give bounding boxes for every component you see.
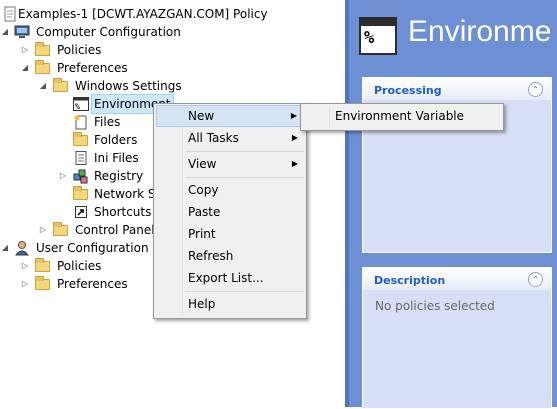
registry-icon bbox=[73, 169, 88, 184]
menu-item-label: Export List... bbox=[188, 271, 264, 285]
tree-root-label: Examples-1 [DCWT.AYAZGAN.COM] Policy bbox=[18, 7, 268, 21]
collapse-chevron-icon[interactable]: ⌃ bbox=[528, 272, 543, 287]
expanded-arrow-icon[interactable]: ◢ bbox=[20, 59, 30, 77]
tree-item-user-preferences[interactable]: ▷ Preferences bbox=[20, 275, 128, 293]
collapsed-arrow-icon[interactable]: ▷ bbox=[20, 257, 30, 275]
details-title: Environme bbox=[408, 15, 552, 48]
menu-item-print[interactable]: Print bbox=[156, 223, 304, 245]
tree-item-label: Ini Files bbox=[94, 151, 139, 165]
tree-item-label: Preferences bbox=[57, 277, 128, 291]
menu-item-environment-variable[interactable]: Environment Variable bbox=[303, 105, 501, 127]
menu-separator bbox=[185, 151, 304, 152]
folder-icon bbox=[53, 78, 68, 92]
menu-item-export-list[interactable]: Export List... bbox=[156, 267, 304, 289]
menu-item-label: New bbox=[188, 109, 215, 123]
environment-icon: % bbox=[73, 97, 89, 111]
shortcut-icon bbox=[75, 206, 87, 218]
tree-item-label: Policies bbox=[57, 43, 102, 57]
svg-text:%: % bbox=[75, 102, 80, 111]
user-icon bbox=[14, 241, 30, 256]
tree-item-label: Shortcuts bbox=[94, 205, 152, 219]
environment-large-icon: % bbox=[359, 17, 397, 55]
new-submenu: Environment Variable bbox=[300, 103, 504, 131]
tree-item-label: Files bbox=[94, 115, 121, 129]
menu-item-copy[interactable]: Copy bbox=[156, 179, 304, 201]
folders-icon bbox=[73, 132, 88, 146]
network-shares-icon bbox=[73, 186, 88, 200]
tree-item-windows-settings[interactable]: ◢ Windows Settings bbox=[38, 77, 182, 95]
menu-separator bbox=[185, 177, 304, 178]
tree-item-control-panel-settings[interactable]: ▷ Control Panel S bbox=[38, 221, 166, 239]
menu-item-help[interactable]: Help bbox=[156, 293, 304, 315]
submenu-arrow-icon: ▶ bbox=[290, 111, 297, 120]
menu-item-paste[interactable]: Paste bbox=[156, 201, 304, 223]
expanded-arrow-icon[interactable]: ◢ bbox=[0, 23, 10, 41]
tree-item-network-shares[interactable]: Network Sh bbox=[72, 185, 163, 203]
expanded-arrow-icon[interactable]: ◢ bbox=[38, 77, 48, 95]
tree-item-label: Folders bbox=[94, 133, 138, 147]
pane-splitter[interactable] bbox=[345, 0, 349, 407]
description-panel: Description ⌃ No policies selected bbox=[362, 267, 552, 409]
folder-icon bbox=[35, 42, 50, 56]
tree-item-policies[interactable]: ▷ Policies bbox=[20, 41, 101, 59]
menu-separator bbox=[185, 291, 304, 292]
menu-item-new[interactable]: New ▶ bbox=[156, 105, 304, 127]
submenu-arrow-icon: ▶ bbox=[291, 133, 298, 142]
description-panel-title: Description bbox=[374, 274, 446, 287]
folder-icon bbox=[35, 258, 50, 272]
menu-item-label: Help bbox=[188, 297, 216, 311]
folder-icon bbox=[35, 276, 50, 290]
menu-item-view[interactable]: View ▶ bbox=[156, 153, 304, 175]
collapsed-arrow-icon[interactable]: ▷ bbox=[58, 167, 68, 185]
policy-scroll-icon bbox=[4, 6, 16, 22]
folder-icon bbox=[35, 60, 50, 74]
tree-item-label: Computer Configuration bbox=[36, 25, 181, 39]
collapsed-arrow-icon[interactable]: ▷ bbox=[38, 221, 48, 239]
submenu-arrow-icon: ▶ bbox=[291, 159, 298, 168]
menu-item-label: Refresh bbox=[188, 249, 234, 263]
computer-icon bbox=[14, 25, 30, 38]
menu-item-label: Environment Variable bbox=[335, 109, 465, 123]
menu-item-label: Copy bbox=[188, 183, 219, 197]
tree-item-folders[interactable]: Folders bbox=[72, 131, 137, 149]
menu-item-label: Paste bbox=[188, 205, 221, 219]
tree-item-user-policies[interactable]: ▷ Policies bbox=[20, 257, 101, 275]
tree-item-label: User Configuration bbox=[36, 241, 149, 255]
collapse-chevron-icon[interactable]: ⌃ bbox=[528, 82, 543, 97]
files-icon bbox=[74, 115, 87, 130]
menu-item-label: View bbox=[188, 157, 217, 171]
tree-item-label: Registry bbox=[94, 169, 144, 183]
context-menu: New ▶ All Tasks ▶ View ▶ Copy Paste Prin… bbox=[153, 103, 307, 319]
tree-item-preferences[interactable]: ◢ Preferences bbox=[20, 59, 128, 77]
menu-item-label: All Tasks bbox=[188, 131, 239, 145]
collapsed-arrow-icon[interactable]: ▷ bbox=[20, 275, 30, 293]
menu-item-label: Print bbox=[188, 227, 216, 241]
processing-panel-title: Processing bbox=[374, 84, 442, 97]
description-text: No policies selected bbox=[375, 299, 495, 313]
menu-item-all-tasks[interactable]: All Tasks ▶ bbox=[156, 127, 304, 149]
expanded-arrow-icon[interactable]: ◢ bbox=[0, 239, 10, 257]
tree-item-label: Preferences bbox=[57, 61, 128, 75]
tree-item-label: Policies bbox=[57, 259, 102, 273]
ini-file-icon bbox=[75, 151, 87, 165]
control-panel-icon bbox=[53, 222, 68, 236]
tree-item-label: Windows Settings bbox=[75, 79, 182, 93]
menu-item-refresh[interactable]: Refresh bbox=[156, 245, 304, 267]
collapsed-arrow-icon[interactable]: ▷ bbox=[20, 41, 30, 59]
